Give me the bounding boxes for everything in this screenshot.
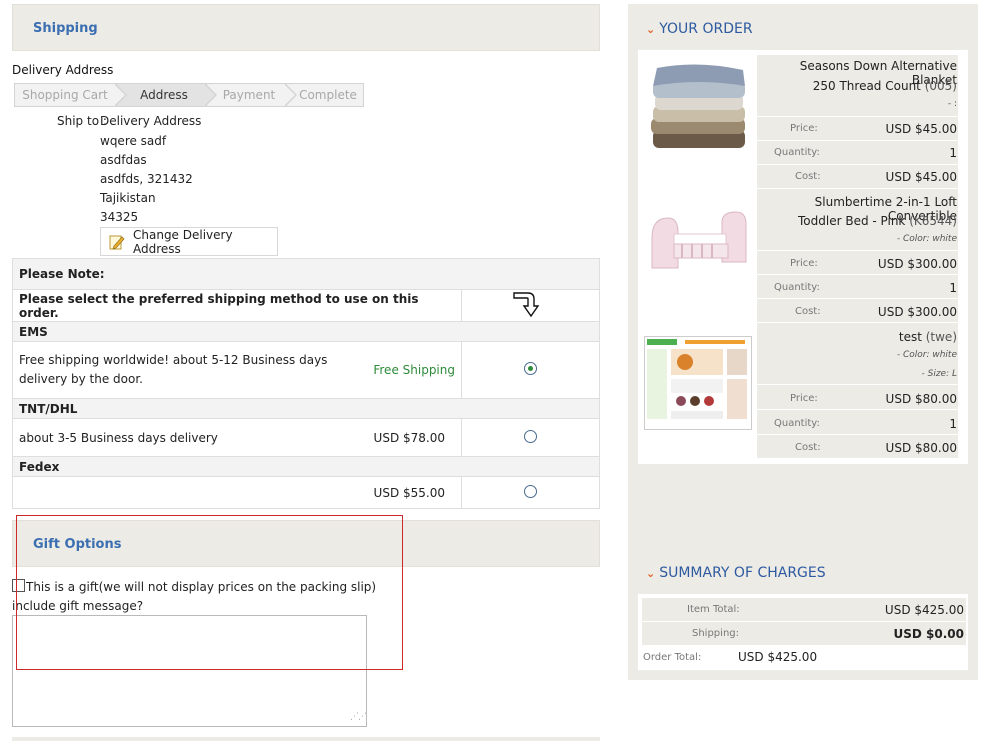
- delivery-address-heading: Delivery Address: [12, 63, 114, 77]
- shipping-instruction: Please select the preferred shipping met…: [12, 289, 462, 322]
- address-line-1: Delivery Address: [100, 114, 202, 128]
- pointer-cursor-icon: [512, 290, 542, 318]
- method-desc-fedex: [12, 476, 373, 509]
- method-name-tnt-dhl: TNT/DHL: [12, 398, 600, 419]
- item-2-price-label: Price:: [790, 258, 818, 269]
- address-line-4: asdfds, 321432: [100, 172, 193, 186]
- table-row: Please Note:: [12, 258, 600, 290]
- item-3-cost: USD $80.00: [885, 441, 957, 455]
- chevron-down-icon: ⌄: [646, 22, 656, 36]
- shipping-value: USD $0.00: [893, 627, 964, 641]
- bottom-divider: [12, 737, 600, 741]
- address-line-6: 34325: [100, 210, 139, 224]
- your-order-title: ⌄ YOUR ORDER: [646, 21, 753, 37]
- table-row[interactable]: Free shipping worldwide! about 5-12 Busi…: [12, 341, 600, 399]
- change-address-button[interactable]: Change Delivery Address: [100, 227, 278, 256]
- summary-title: ⌄ SUMMARY OF CHARGES: [646, 565, 826, 581]
- item-2-cost-label: Cost:: [795, 306, 821, 317]
- radio-tnt-dhl[interactable]: [524, 429, 537, 443]
- method-price-fedex: USD $55.00: [372, 476, 462, 509]
- address-line-3: asdfdas: [100, 153, 147, 167]
- item-1-attr: - :: [947, 99, 957, 109]
- edit-icon: [109, 234, 125, 250]
- chevron-down-icon: ⌄: [646, 566, 656, 580]
- item-3-attr-color: - Color: white: [896, 350, 957, 360]
- item-1-name-line2[interactable]: 250 Thread Count (005): [757, 79, 957, 93]
- item-2-attr: - Color: white: [896, 234, 957, 244]
- item-3-price: USD $80.00: [885, 392, 957, 406]
- item-1-cost: USD $45.00: [885, 170, 957, 184]
- item-2-cost: USD $300.00: [877, 305, 957, 319]
- order-total-label: Order Total:: [643, 652, 702, 663]
- item-3-cost-label: Cost:: [795, 442, 821, 453]
- radio-ems[interactable]: [524, 362, 537, 375]
- method-price-ems: Free Shipping: [372, 341, 462, 399]
- step-address[interactable]: Address: [116, 83, 217, 107]
- table-row: TNT/DHL: [12, 398, 600, 419]
- address-line-5: Tajikistan: [100, 191, 156, 205]
- please-note: Please Note:: [12, 258, 600, 290]
- item-3-attr-size: - Size: L: [921, 369, 958, 379]
- item-2-qty-label: Quantity:: [774, 282, 820, 293]
- item-total-value: USD $425.00: [884, 603, 964, 617]
- shipping-methods-table: Please Note: Please select the preferred…: [12, 258, 600, 509]
- step-shopping-cart[interactable]: Shopping Cart: [14, 83, 127, 107]
- method-name-fedex: Fedex: [12, 456, 600, 477]
- annotation-rectangle: [16, 515, 403, 670]
- table-row[interactable]: about 3-5 Business days delivery USD $78…: [12, 418, 600, 457]
- product-image-blanket: [643, 60, 753, 155]
- product-image-toddler-bed: [648, 208, 750, 278]
- item-2-name-line2[interactable]: Toddler Bed - Pink (K6544): [757, 214, 957, 228]
- shipping-label: Shipping:: [692, 628, 739, 639]
- method-name-ems: EMS: [12, 321, 600, 342]
- table-row[interactable]: USD $55.00: [12, 476, 600, 509]
- address-line-2: wqere sadf: [100, 134, 167, 148]
- item-2-price: USD $300.00: [877, 257, 957, 271]
- radio-fedex[interactable]: [524, 484, 537, 498]
- shipping-section-header: Shipping: [12, 4, 600, 51]
- item-3-qty: 1: [949, 417, 957, 431]
- table-row: Fedex: [12, 456, 600, 477]
- checkout-steps: Shopping Cart Address Payment Complete: [14, 83, 364, 107]
- order-total-value: USD $425.00: [738, 650, 818, 664]
- product-image-screenshot: [644, 336, 752, 430]
- item-total-label: Item Total:: [687, 604, 740, 615]
- item-1-qty: 1: [949, 146, 957, 160]
- table-row: EMS: [12, 321, 600, 342]
- table-row: Please select the preferred shipping met…: [12, 289, 600, 322]
- item-3-name[interactable]: test (twe): [757, 330, 957, 344]
- method-desc-ems: Free shipping worldwide! about 5-12 Busi…: [12, 341, 373, 399]
- shipping-title: Shipping: [33, 21, 98, 36]
- item-1-price-label: Price:: [790, 123, 818, 134]
- resize-grip-icon[interactable]: ⋰⋰: [350, 712, 367, 722]
- item-1-qty-label: Quantity:: [774, 147, 820, 158]
- item-1-price: USD $45.00: [885, 122, 957, 136]
- step-complete[interactable]: Complete: [286, 83, 364, 107]
- step-payment[interactable]: Payment: [206, 83, 297, 107]
- item-2-qty: 1: [949, 281, 957, 295]
- method-price-tnt-dhl: USD $78.00: [372, 418, 462, 457]
- item-1-cost-label: Cost:: [795, 171, 821, 182]
- item-3-qty-label: Quantity:: [774, 418, 820, 429]
- method-desc-tnt-dhl: about 3-5 Business days delivery: [12, 418, 373, 457]
- item-3-price-label: Price:: [790, 393, 818, 404]
